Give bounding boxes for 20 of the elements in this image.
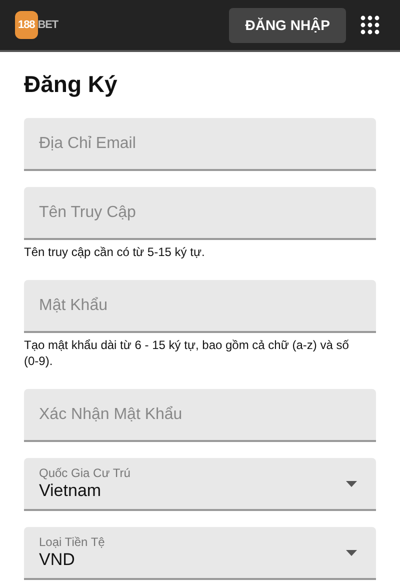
- login-button[interactable]: ĐĂNG NHẬP: [229, 8, 346, 42]
- field-value: VND: [39, 548, 76, 570]
- dropdown-arrow-icon: [346, 550, 357, 556]
- input-field[interactable]: Mật Khẩu: [24, 280, 376, 333]
- field-label: Loại Tiền Tệ: [39, 534, 106, 548]
- menu-icon[interactable]: [360, 15, 380, 35]
- field-hint: Tạo mật khẩu dài từ 6 - 15 ký tự, bao gồm cả chữ (a-z) và số (0-9).: [24, 337, 350, 369]
- logo-number: 188: [15, 10, 38, 40]
- logo-text: BET: [38, 18, 58, 33]
- select-field[interactable]: Loại Tiền Tệ VND: [24, 527, 376, 580]
- input-field[interactable]: Địa Chỉ Email: [24, 118, 376, 171]
- dropdown-arrow-icon: [346, 480, 357, 486]
- field-hint: Tên truy cập cần có từ 5-15 ký tự.: [24, 244, 206, 260]
- logo[interactable]: 188 BET: [15, 10, 58, 40]
- field-value: Vietnam: [39, 480, 102, 502]
- select-field[interactable]: Quốc Gia Cư Trú Vietnam: [24, 458, 376, 511]
- input-field[interactable]: Xác Nhận Mật Khẩu: [24, 389, 376, 442]
- input-field[interactable]: Tên Truy Cập: [24, 187, 376, 240]
- field-label: Quốc Gia Cư Trú: [39, 466, 132, 480]
- page-title: Đăng Ký: [24, 70, 118, 98]
